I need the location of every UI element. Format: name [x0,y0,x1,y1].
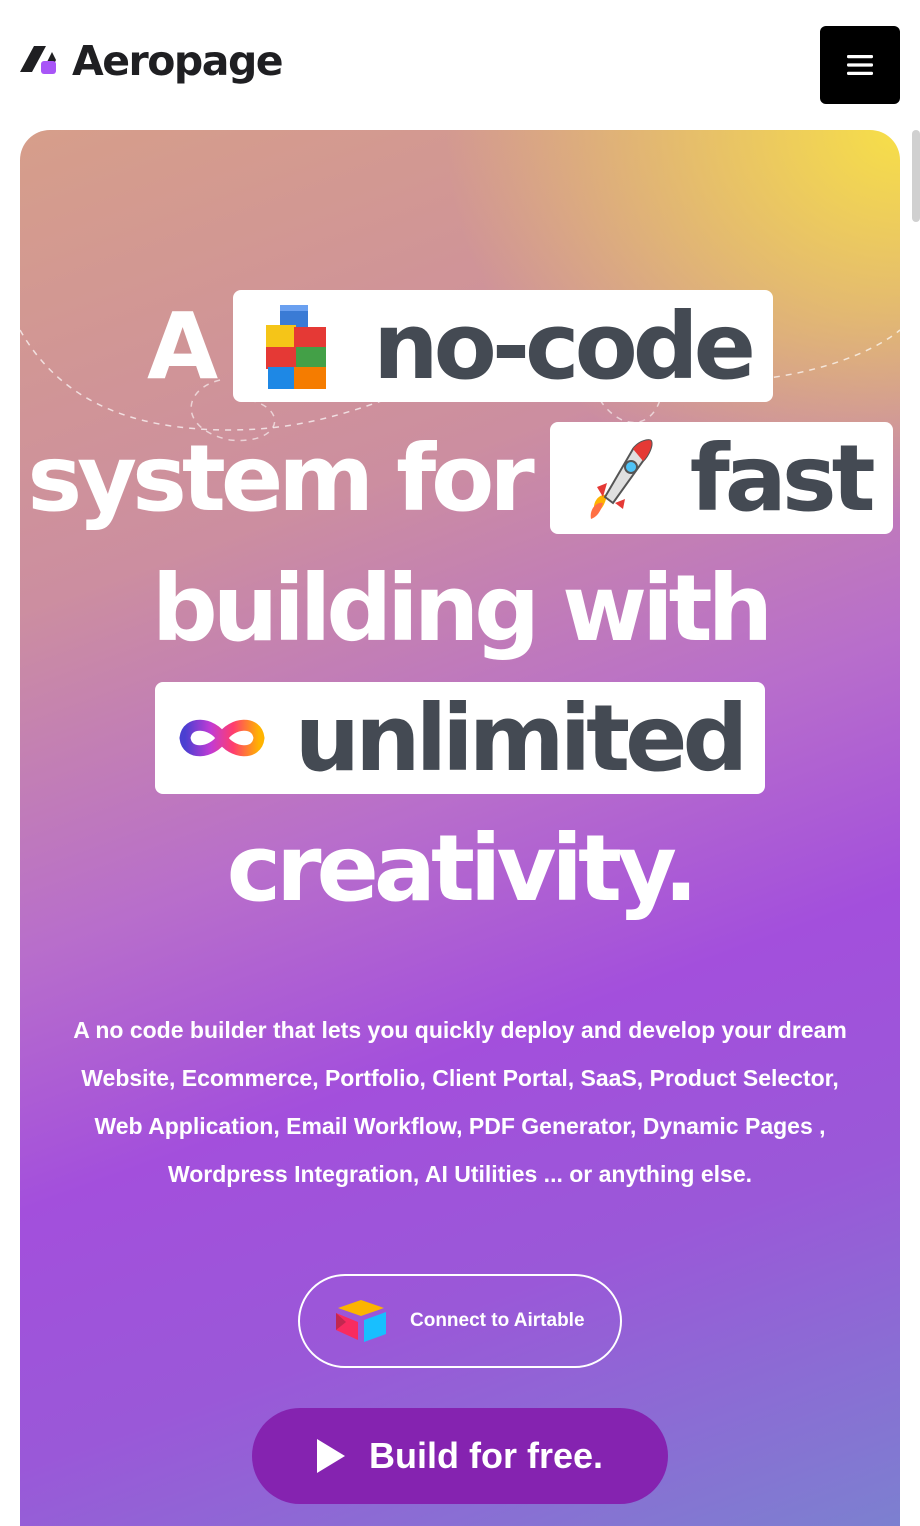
headline-system-for: system for [27,424,534,532]
headline-building-with: building with [151,554,773,662]
headline-line-1: A no-code [20,290,900,402]
pill-no-code-text: no-code [373,292,756,400]
scrollbar-thumb[interactable] [912,130,920,222]
menu-button[interactable] [820,26,900,104]
headline-line-3: building with [20,552,900,664]
build-for-free-button[interactable]: Build for free. [252,1408,668,1504]
headline-word-a: A [146,292,218,400]
pill-fast: fast [549,422,893,534]
pill-fast-text: fast [689,424,876,532]
aeropage-logo-icon [20,40,62,82]
connect-to-airtable-button[interactable]: Connect to Airtable [298,1274,622,1368]
play-icon [316,1439,345,1473]
building-blocks-icon [255,301,345,391]
headline-line-2: system for fast [20,422,900,534]
hero-section: A no-code system for fast building with … [20,130,900,1526]
logo[interactable]: Aeropage [20,36,284,85]
airtable-logo-icon [332,1296,390,1346]
headline-creativity: creativity. [226,814,699,922]
infinity-icon [177,693,267,783]
rocket-icon [572,433,662,523]
headline-line-4: unlimited [20,682,900,794]
logo-text: Aeropage [72,36,284,85]
hamburger-menu-icon [847,55,873,75]
pill-no-code: no-code [233,290,774,402]
connect-to-airtable-label: Connect to Airtable [410,1310,585,1331]
hero-description: A no code builder that lets you quickly … [73,1017,847,1187]
build-for-free-label: Build for free. [368,1435,604,1476]
site-header: Aeropage [0,0,920,130]
headline-line-5: creativity. [20,812,900,924]
pill-unlimited: unlimited [154,682,766,794]
pill-unlimited-text: unlimited [294,684,749,792]
